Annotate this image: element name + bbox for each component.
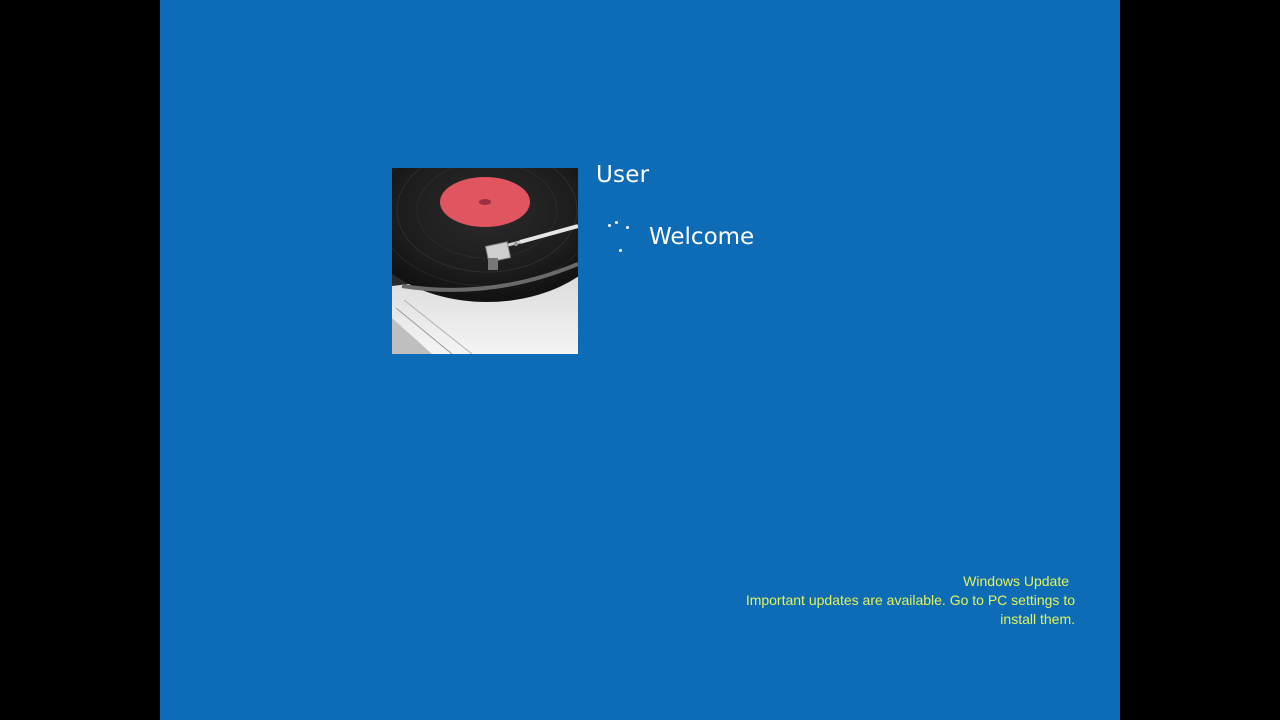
- notification-title: Windows Update: [963, 573, 1069, 589]
- user-name: User: [596, 162, 650, 188]
- welcome-status-text: Welcome: [649, 224, 755, 250]
- loading-spinner-icon: [602, 218, 636, 258]
- user-avatar: [392, 168, 578, 354]
- windows-update-notification[interactable]: Windows Update Important updates are ava…: [715, 572, 1075, 629]
- letterbox-left: [0, 0, 160, 720]
- letterbox-right: [1120, 0, 1280, 720]
- lock-screen: User Welcome Windows Update Important up…: [160, 0, 1120, 720]
- notification-message: Important updates are available. Go to P…: [745, 592, 1075, 627]
